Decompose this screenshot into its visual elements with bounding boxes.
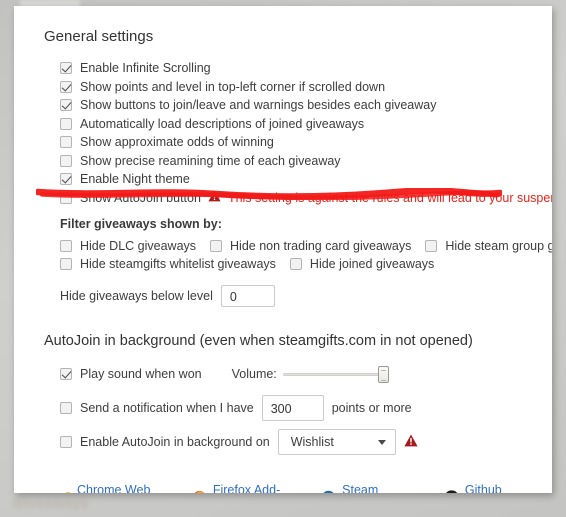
notification-suffix-label: points or more (331, 401, 412, 415)
volume-slider[interactable] (282, 366, 389, 383)
chevron-down-icon (377, 440, 386, 445)
notification-label: Send a notification when I have (80, 401, 254, 415)
notification-row: Send a notification when I have 300 poin… (60, 395, 526, 421)
link-github-page[interactable]: Github Page (444, 483, 526, 493)
link-label: Firefox Add-ons (212, 483, 281, 493)
settings-dialog: General settings Enable Infinite Scrolli… (14, 6, 552, 493)
autojoin-target-value: Wishlist (290, 435, 334, 449)
option-show-precise-remaining-time[interactable]: Show precise reamining time of each give… (60, 152, 526, 171)
checkbox-enable-autojoin-background[interactable] (60, 436, 72, 448)
option-label: Enable Night theme (80, 172, 190, 187)
link-label: Steam Group (342, 483, 379, 493)
checkbox-show-points-and-level[interactable] (60, 80, 72, 93)
checkbox-hide-non-trading-card-giveaways[interactable] (210, 240, 223, 252)
volume-label: Volume: (231, 367, 277, 381)
link-label: Chrome Web Store (77, 483, 151, 493)
external-links-row: Chrome Web Store Firefox Add-ons (56, 483, 526, 493)
checkbox-hide-joined-giveaways[interactable] (289, 258, 302, 270)
play-sound-row: Play sound when won Volume: (60, 361, 526, 387)
hide-below-level-label: Hide giveaways below level (60, 289, 213, 303)
checkbox-hide-steamgifts-whitelist-giveaways[interactable] (60, 258, 72, 270)
steam-icon (321, 490, 336, 493)
checkbox-enable-infinite-scrolling[interactable] (60, 62, 72, 75)
enable-autojoin-row: Enable AutoJoin in background on Wishlis… (60, 429, 526, 455)
autojoin-section-title: AutoJoin in background (even when steamg… (44, 333, 473, 349)
option-auto-load-descriptions[interactable]: Automatically load descriptions of joine… (60, 115, 526, 134)
option-label: Enable Infinite Scrolling (80, 61, 211, 76)
checkbox-hide-steam-group-giveaways[interactable] (425, 240, 438, 252)
checkbox-show-precise-remaining-time[interactable] (60, 154, 72, 167)
autojoin-warning-text: This setting is against the rules and wi… (227, 190, 552, 205)
option-show-points-and-level[interactable]: Show points and level in top-left corner… (60, 78, 526, 97)
filter-options-row-1: Hide DLC giveaways Hide non trading card… (60, 237, 552, 255)
option-label: Automatically load descriptions of joine… (80, 116, 365, 131)
volume-slider-thumb[interactable] (377, 366, 389, 383)
checkbox-show-join-leave-buttons[interactable] (60, 99, 72, 112)
option-enable-night-theme[interactable]: Enable Night theme (60, 170, 526, 189)
option-label: Show precise reamining time of each give… (80, 153, 341, 168)
filter-label-hide-joined: Hide joined giveaways (309, 257, 435, 271)
filter-label-hide-steam-group: Hide steam group giveaways (445, 239, 552, 253)
general-options-list: Enable Infinite Scrolling Show points an… (60, 59, 552, 208)
hide-below-level-input[interactable]: 0 (220, 285, 275, 307)
link-firefox-addons[interactable]: Firefox Add-ons (192, 483, 290, 493)
checkbox-play-sound-when-won[interactable] (60, 368, 72, 380)
firefox-icon (192, 490, 207, 493)
option-label: Show buttons to join/leave and warnings … (80, 98, 437, 113)
checkbox-send-notification[interactable] (60, 402, 72, 414)
option-show-approximate-odds[interactable]: Show approximate odds of winning (60, 133, 526, 152)
option-enable-infinite-scrolling[interactable]: Enable Infinite Scrolling (60, 59, 526, 78)
filter-label-hide-non-trading-card: Hide non trading card giveaways (230, 239, 412, 253)
link-label: Github Page (464, 483, 502, 493)
checkbox-auto-load-descriptions[interactable] (60, 117, 72, 130)
filter-section-title: Filter giveaways shown by: (60, 217, 222, 231)
background-blurred-text: Giveaways (12, 495, 89, 511)
checkbox-show-approximate-odds[interactable] (60, 136, 72, 149)
chrome-web-store-icon (56, 490, 71, 493)
link-chrome-web-store[interactable]: Chrome Web Store (56, 483, 172, 493)
filter-label-hide-whitelist: Hide steamgifts whitelist giveaways (80, 257, 276, 271)
warning-triangle-icon (208, 190, 221, 205)
filter-label-hide-dlc: Hide DLC giveaways (80, 239, 197, 253)
checkbox-hide-dlc-giveaways[interactable] (60, 240, 72, 252)
option-label: Show approximate odds of winning (80, 135, 274, 150)
github-icon (444, 489, 459, 493)
play-sound-label: Play sound when won (80, 367, 202, 381)
autojoin-target-dropdown[interactable]: Wishlist (277, 429, 396, 455)
general-settings-title: General settings (44, 28, 154, 45)
checkbox-enable-night-theme[interactable] (60, 173, 72, 186)
notification-points-input[interactable]: 300 (261, 395, 324, 421)
enable-autojoin-label: Enable AutoJoin in background on (80, 435, 270, 449)
option-label: Show points and level in top-left corner… (80, 79, 386, 94)
link-steam-group[interactable]: Steam Group (321, 483, 407, 493)
filter-options-row-2: Hide steamgifts whitelist giveaways Hide… (60, 255, 526, 273)
volume-slider-track (282, 372, 389, 376)
option-show-autojoin-button[interactable]: Show AutoJoin button This setting is aga… (60, 189, 552, 208)
option-show-join-leave-buttons[interactable]: Show buttons to join/leave and warnings … (60, 96, 526, 115)
autojoin-warning-triangle-icon (404, 434, 418, 450)
checkbox-show-autojoin-button[interactable] (60, 191, 72, 204)
option-label: Show AutoJoin button (80, 190, 201, 205)
hide-below-level-row: Hide giveaways below level 0 (60, 285, 526, 307)
